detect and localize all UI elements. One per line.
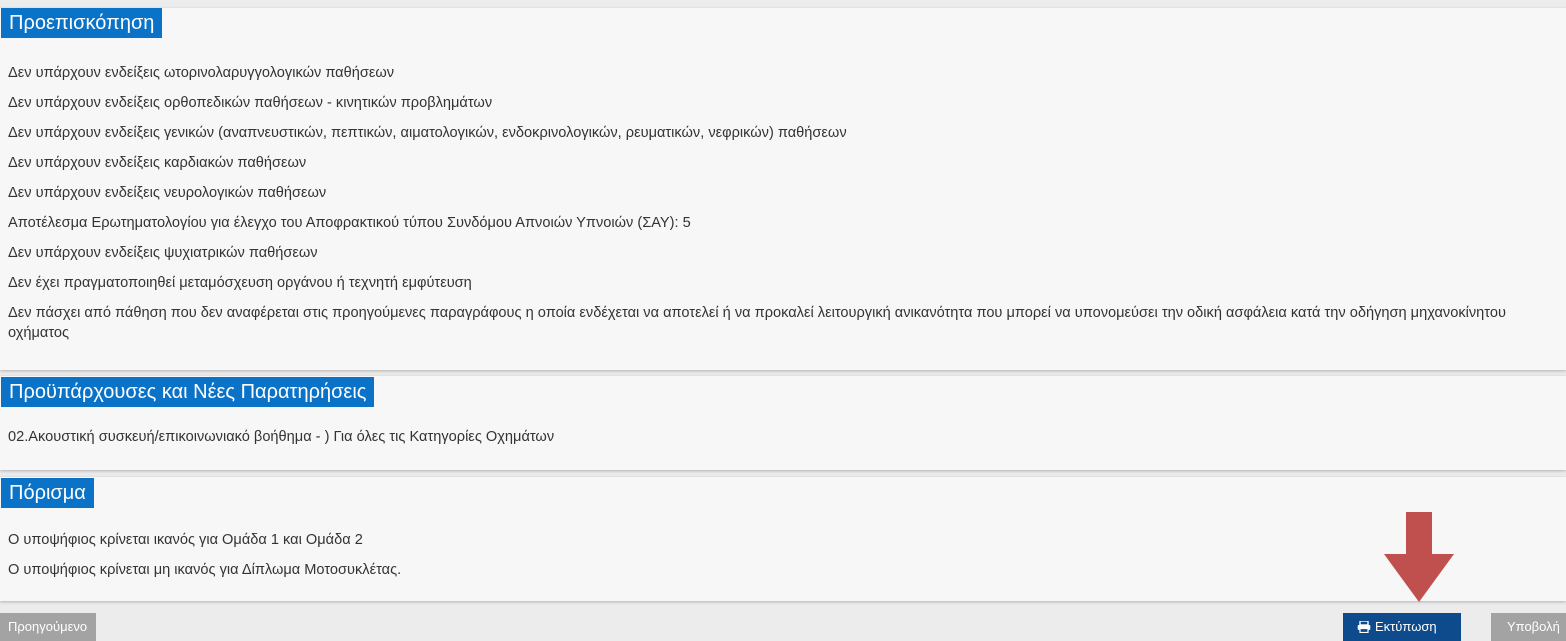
conclusion-lines: Ο υποψήφιος κρίνεται ικανός για Ομάδα 1 … <box>8 525 1558 585</box>
submit-button[interactable]: Υποβολή <box>1491 613 1566 641</box>
conclusion-line: Ο υποψήφιος κρίνεται μη ικανός για Δίπλω… <box>8 562 402 578</box>
print-button-label: Εκτύπωση <box>1375 619 1437 634</box>
preview-section-title: Προεπισκόπηση <box>1 8 163 38</box>
observation-line: 02.Ακουστική συσκευή/επικοινωνιακό βοήθη… <box>8 429 555 445</box>
arrow-down-icon <box>1384 512 1454 602</box>
observations-section-title: Προϋπάρχουσες και Νέες Παρατηρήσεις <box>1 377 375 407</box>
observations-lines: 02.Ακουστική συσκευή/επικοινωνιακό βοήθη… <box>8 422 1558 452</box>
printer-icon <box>1357 620 1371 633</box>
conclusion-section-title: Πόρισμα <box>1 478 94 508</box>
preview-panel: Προεπισκόπηση Δεν υπάρχουν ενδείξεις ωτο… <box>0 8 1566 370</box>
observations-panel: Προϋπάρχουσες και Νέες Παρατηρήσεις 02.Α… <box>0 376 1566 470</box>
conclusion-line: Ο υποψήφιος κρίνεται ικανός για Ομάδα 1 … <box>8 532 363 548</box>
preview-line: Αποτέλεσμα Ερωτηματολογίου για έλεγχο το… <box>8 215 691 231</box>
page: Προεπισκόπηση Δεν υπάρχουν ενδείξεις ωτο… <box>0 0 1566 641</box>
preview-line: Δεν υπάρχουν ενδείξεις νευρολογικών παθή… <box>8 185 327 201</box>
preview-line: Δεν υπάρχουν ενδείξεις ορθοπεδικών παθήσ… <box>8 95 493 111</box>
preview-line: Δεν υπάρχουν ενδείξεις γενικών (αναπνευσ… <box>8 125 847 141</box>
preview-line: Δεν υπάρχουν ενδείξεις καρδιακών παθήσεω… <box>8 155 307 171</box>
conclusion-panel: Πόρισμα Ο υποψήφιος κρίνεται ικανός για … <box>0 477 1566 601</box>
print-button[interactable]: Εκτύπωση <box>1343 613 1461 641</box>
preview-line: Δεν υπάρχουν ενδείξεις ωτορινολαρυγγολογ… <box>8 65 395 81</box>
previous-button[interactable]: Προηγούμενο <box>0 613 96 641</box>
preview-line: Δεν έχει πραγματοποιηθεί μεταμόσχευση ορ… <box>8 275 472 291</box>
preview-line: Δεν υπάρχουν ενδείξεις ψυχιατρικών παθήσ… <box>8 245 318 261</box>
preview-lines: Δεν υπάρχουν ενδείξεις ωτορινολαρυγγολογ… <box>8 58 1558 343</box>
preview-line: Δεν πάσχει από πάθηση που δεν αναφέρεται… <box>8 305 1506 341</box>
